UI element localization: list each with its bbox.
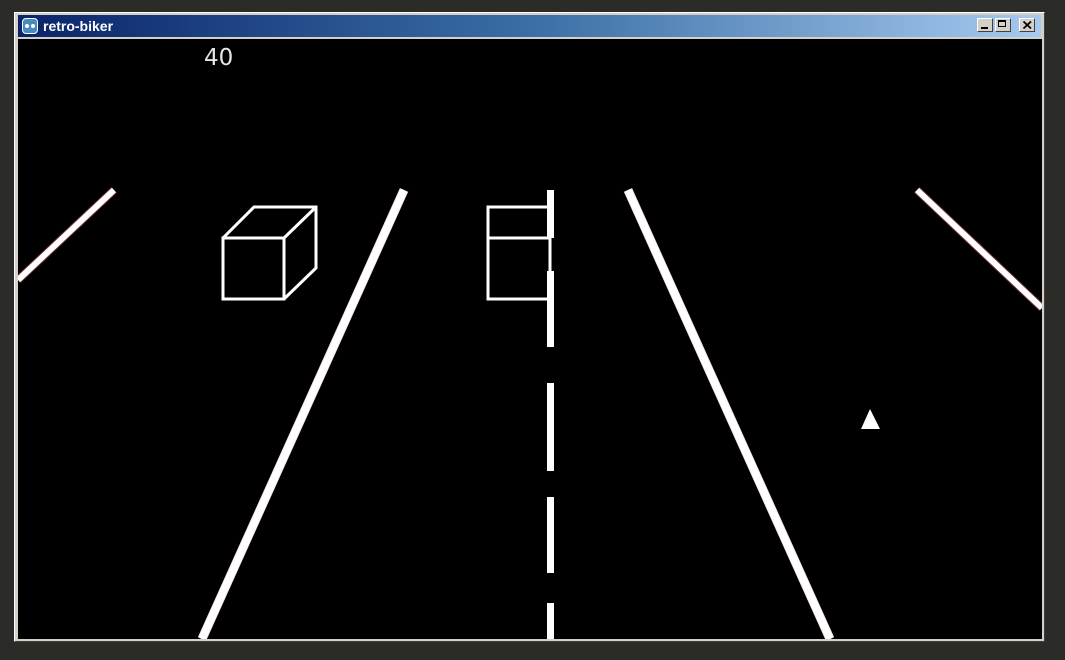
close-icon [1023, 21, 1032, 29]
window-title: retro-biker [43, 18, 114, 34]
lane-left-line-core [198, 188, 408, 639]
close-button[interactable] [1019, 18, 1035, 32]
game-viewport[interactable]: 40 [18, 39, 1042, 639]
cube-obstacle-center [486, 205, 552, 301]
player-bike-marker [861, 409, 880, 429]
game-scene [18, 187, 1042, 639]
score-counter: 40 [204, 45, 234, 71]
maximize-icon [998, 20, 1006, 27]
title-bar[interactable]: retro-biker [18, 15, 1041, 37]
center-dash [547, 603, 554, 639]
lane-right-line-core [624, 188, 834, 639]
center-dash [547, 497, 554, 573]
godot-app-icon[interactable] [22, 18, 38, 34]
center-dash [547, 383, 554, 471]
minimize-button[interactable] [977, 18, 993, 32]
maximize-button[interactable] [995, 18, 1011, 32]
road-left-edge-line-core [18, 187, 117, 283]
minimize-icon [981, 27, 988, 29]
road-right-edge-line-core [914, 187, 1042, 311]
cube-obstacle-left [221, 205, 318, 301]
app-window: retro-biker 40 [14, 12, 1045, 642]
